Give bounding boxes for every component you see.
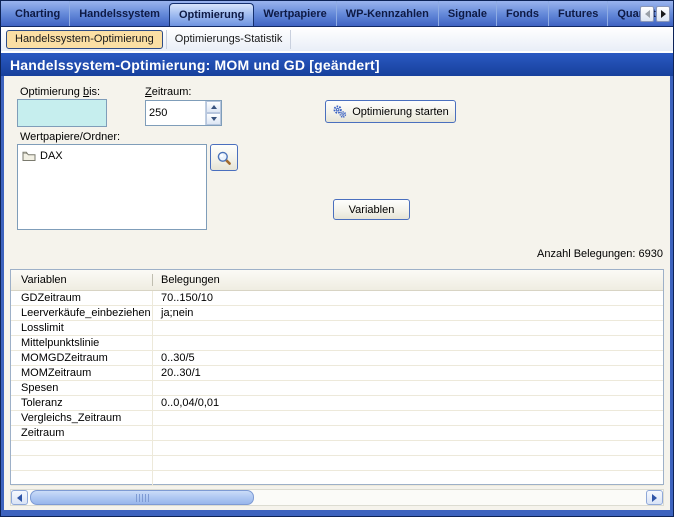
table-row[interactable]: Spesen <box>11 381 663 396</box>
wertpapiere-ordner-label: Wertpapiere/Ordner: <box>20 131 120 143</box>
arrow-right-icon <box>661 10 666 18</box>
optimierung-bis-label: Optimierung bis: <box>20 86 100 98</box>
cell-belegung <box>153 381 663 395</box>
cell-belegung <box>153 321 663 335</box>
table-row-empty <box>11 471 663 486</box>
tab-label: WP-Kennzahlen <box>346 8 429 20</box>
tab-label: Signale <box>448 8 487 20</box>
cell-variable: Mittelpunktslinie <box>11 336 153 350</box>
cell-belegung: ja;nein <box>153 306 663 320</box>
chevron-left-icon <box>17 494 22 502</box>
subtab-label: Optimierungs-Statistik <box>175 33 283 45</box>
chevron-right-icon <box>652 494 657 502</box>
list-item-dax[interactable]: DAX <box>22 148 202 164</box>
wertpapiere-listbox[interactable]: DAX <box>17 144 207 230</box>
scrollbar-thumb[interactable] <box>30 490 254 505</box>
column-header-belegungen[interactable]: Belegungen <box>153 274 663 286</box>
tab-signale[interactable]: Signale <box>438 1 496 26</box>
horizontal-scrollbar[interactable] <box>10 489 664 506</box>
zeitraum-spinner <box>145 100 222 126</box>
folder-icon <box>22 150 36 162</box>
thumb-grip-icon <box>136 494 149 502</box>
tab-handelssystem[interactable]: Handelssystem <box>69 1 169 26</box>
zeitraum-input[interactable] <box>146 101 205 125</box>
optimierung-bis-field[interactable] <box>17 99 107 127</box>
cell-belegung <box>153 411 663 425</box>
optimierung-starten-button[interactable]: Optimierung starten <box>325 100 456 123</box>
column-header-variablen[interactable]: Variablen <box>11 274 153 286</box>
table-row[interactable]: Losslimit <box>11 321 663 336</box>
tab-optimierung[interactable]: Optimierung <box>169 3 254 26</box>
tab-wertpapiere[interactable]: Wertpapiere <box>254 1 335 26</box>
scroll-left-button[interactable] <box>11 490 28 505</box>
table-row-empty <box>11 456 663 471</box>
optimierung-starten-label: Optimierung starten <box>352 106 449 118</box>
cell-variable: Zeitraum <box>11 426 153 440</box>
cell-variable: MOMZeitraum <box>11 366 153 380</box>
cell-belegung: 70..150/10 <box>153 291 663 305</box>
page-title-bar: Handelssystem-Optimierung: MOM und GD [g… <box>1 53 673 76</box>
chevron-up-icon <box>211 105 217 109</box>
chevron-down-icon <box>211 117 217 121</box>
cell-variable: Toleranz <box>11 396 153 410</box>
table-row[interactable]: MOMZeitraum20..30/1 <box>11 366 663 381</box>
cell-variable: Leerverkäufe_einbeziehen <box>11 306 153 320</box>
tab-futures[interactable]: Futures <box>548 1 607 26</box>
variablen-table: Variablen Belegungen GDZeitraum70..150/1… <box>10 269 664 485</box>
cell-belegung <box>153 336 663 350</box>
tab-label: Handelssystem <box>79 8 160 20</box>
scroll-right-button[interactable] <box>646 490 663 505</box>
gears-icon <box>332 104 347 119</box>
search-button[interactable] <box>210 144 238 171</box>
subtab-handelssystem-optimierung[interactable]: Handelssystem-Optimierung <box>6 30 163 49</box>
table-row[interactable]: Mittelpunktslinie <box>11 336 663 351</box>
tab-label: Wertpapiere <box>263 8 326 20</box>
cell-variable: GDZeitraum <box>11 291 153 305</box>
table-row[interactable]: Leerverkäufe_einbeziehenja;nein <box>11 306 663 321</box>
tab-wp-kennzahlen[interactable]: WP-Kennzahlen <box>336 1 438 26</box>
variablen-button[interactable]: Variablen <box>333 199 410 220</box>
table-row[interactable]: Zeitraum <box>11 426 663 441</box>
magnifier-icon <box>216 150 232 166</box>
spinner-up-button[interactable] <box>206 101 221 113</box>
variablen-label: Variablen <box>349 204 395 216</box>
sub-tab-bar: Handelssystem-Optimierung Optimierungs-S… <box>1 27 673 51</box>
tab-label: Fonds <box>506 8 539 20</box>
table-row[interactable]: GDZeitraum70..150/10 <box>11 291 663 306</box>
table-row[interactable]: Toleranz0..0,04/0,01 <box>11 396 663 411</box>
tab-charting[interactable]: Charting <box>6 1 69 26</box>
table-row[interactable]: Vergleichs_Zeitraum <box>11 411 663 426</box>
cell-variable: Losslimit <box>11 321 153 335</box>
page-title: Handelssystem-Optimierung: MOM und GD [g… <box>10 57 380 73</box>
table-row[interactable]: MOMGDZeitraum0..30/5 <box>11 351 663 366</box>
cell-variable: Vergleichs_Zeitraum <box>11 411 153 425</box>
tab-scroll-left-button[interactable] <box>640 6 654 22</box>
zeitraum-label: Zeitraum: <box>145 86 191 98</box>
anzahl-belegungen-text: Anzahl Belegungen: 6930 <box>537 248 663 260</box>
table-row-empty <box>11 441 663 456</box>
cell-variable: MOMGDZeitraum <box>11 351 153 365</box>
cell-variable: Spesen <box>11 381 153 395</box>
cell-belegung: 0..30/5 <box>153 351 663 365</box>
tab-fonds[interactable]: Fonds <box>496 1 548 26</box>
table-header: Variablen Belegungen <box>11 270 663 291</box>
main-tab-bar: Charting Handelssystem Optimierung Wertp… <box>1 1 673 27</box>
cell-belegung: 0..0,04/0,01 <box>153 396 663 410</box>
tab-label: Optimierung <box>179 9 244 21</box>
cell-belegung: 20..30/1 <box>153 366 663 380</box>
spinner-down-button[interactable] <box>206 113 221 125</box>
tab-scroll-buttons <box>640 6 670 22</box>
arrow-left-icon <box>645 10 650 18</box>
spinner-buttons <box>205 101 221 125</box>
app-window: Charting Handelssystem Optimierung Wertp… <box>0 0 674 517</box>
tab-label: Futures <box>558 8 598 20</box>
cell-belegung <box>153 426 663 440</box>
subtab-label: Handelssystem-Optimierung <box>15 33 154 45</box>
tab-label: Charting <box>15 8 60 20</box>
content-area: Optimierung bis: Zeitraum: <box>1 76 673 516</box>
subtab-optimierungs-statistik[interactable]: Optimierungs-Statistik <box>166 30 292 49</box>
list-item-label: DAX <box>40 150 63 162</box>
tab-scroll-right-button[interactable] <box>656 6 670 22</box>
